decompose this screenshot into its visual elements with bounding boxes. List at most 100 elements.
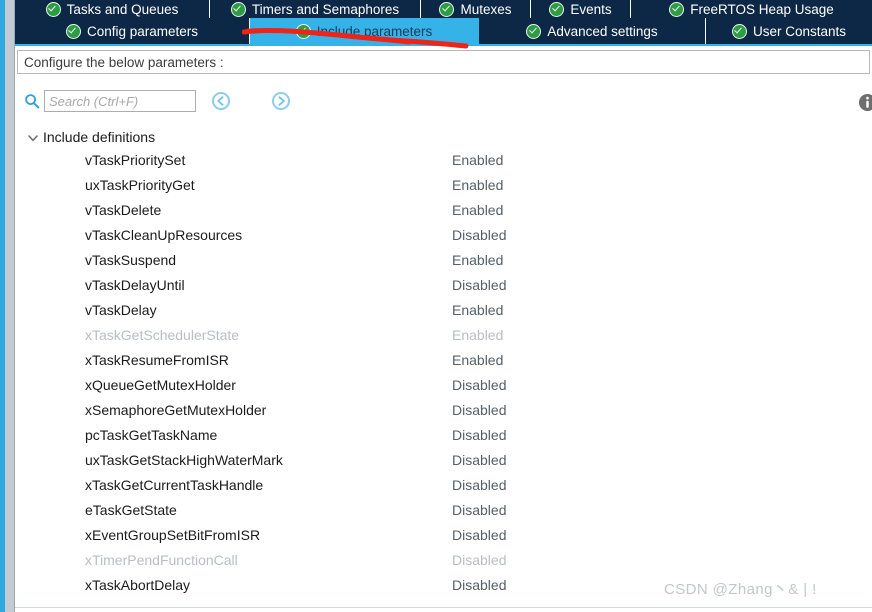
parameter-value[interactable]: Disabled [452, 377, 506, 393]
parameter-name: vTaskSuspend [85, 252, 177, 268]
parameter-name: xSemaphoreGetMutexHolder [85, 402, 267, 418]
green-check-icon [549, 1, 565, 17]
parameter-value[interactable]: Disabled [452, 227, 506, 243]
tab-events[interactable]: Events [531, 0, 631, 18]
parameter-name: uxTaskGetStackHighWaterMark [85, 452, 283, 468]
parameter-row[interactable]: uxTaskPriorityGet Enabled [17, 174, 870, 199]
parameter-rows-container: vTaskPrioritySet Enabled uxTaskPriorityGet… [17, 149, 870, 599]
parameter-row[interactable]: pcTaskGetTaskName Disabled [17, 424, 870, 449]
parameter-row[interactable]: xTaskResumeFromISR Enabled [17, 349, 870, 374]
left-gutter [5, 0, 14, 612]
parameter-row[interactable]: xTaskGetCurrentTaskHandle Disabled [17, 474, 870, 499]
parameter-name: xTaskGetSchedulerState [85, 327, 240, 343]
tab-label: Tasks and Queues [66, 1, 179, 17]
tree-root-label: Include definitions [43, 128, 156, 145]
parameter-row[interactable]: xQueueGetMutexHolder Disabled [17, 374, 870, 399]
tab-label: Events [570, 1, 612, 17]
tab-label: User Constants [752, 23, 847, 39]
watermark: CSDN @Zhang丶& | ! [664, 581, 817, 598]
parameter-value[interactable]: Disabled [452, 277, 506, 293]
parameter-value[interactable]: Disabled [452, 527, 506, 543]
parameter-name: vTaskPrioritySet [85, 152, 186, 168]
tree-root-include-definitions[interactable]: Include definitions [17, 124, 870, 149]
green-check-icon [295, 23, 311, 39]
parameter-name: vTaskDelayUntil [85, 277, 185, 293]
parameter-value[interactable]: Enabled [452, 202, 503, 218]
parameter-name: eTaskGetState [85, 502, 177, 518]
configure-header: Configure the below parameters : [17, 50, 870, 74]
parameter-value[interactable]: Disabled [452, 452, 506, 468]
tab-label: FreeRTOS Heap Usage [690, 1, 834, 17]
tab-include-parameters[interactable]: Include parameters [250, 18, 479, 44]
tab-label: Advanced settings [547, 23, 658, 39]
parameter-value[interactable]: Disabled [452, 577, 506, 593]
parameter-value[interactable]: Enabled [452, 302, 503, 318]
parameter-name: uxTaskPriorityGet [85, 177, 195, 193]
parameter-name: xTaskGetCurrentTaskHandle [85, 477, 264, 493]
parameter-value[interactable]: Disabled [452, 402, 506, 418]
tab-freertos-heap-usage[interactable]: FreeRTOS Heap Usage [631, 0, 872, 18]
parameter-value[interactable]: Enabled [452, 177, 503, 193]
tab-timers-and-semaphores[interactable]: Timers and Semaphores [210, 0, 421, 18]
info-icon[interactable] [858, 93, 872, 112]
parameter-name: xTaskResumeFromISR [85, 352, 229, 368]
parameter-row[interactable]: xTaskGetSchedulerState Enabled [17, 324, 870, 349]
parameter-name: vTaskCleanUpResources [85, 227, 243, 243]
tab-label: Timers and Semaphores [251, 1, 400, 17]
search-icon [25, 94, 40, 109]
chevron-down-icon[interactable] [25, 130, 41, 146]
parameter-tree: Include definitions vTaskPrioritySet Enab… [17, 124, 870, 602]
tab-user-constants[interactable]: User Constants [706, 18, 872, 44]
green-check-icon [439, 1, 455, 17]
search-input[interactable] [44, 90, 196, 112]
tabstrip-underline [15, 44, 872, 48]
tabstrip-bottom: Config parameters Include parameters Advan… [15, 18, 872, 44]
parameter-row[interactable]: vTaskPrioritySet Enabled [17, 149, 870, 174]
tab-label: Config parameters [86, 23, 199, 39]
parameter-name: xEventGroupSetBitFromISR [85, 527, 261, 543]
green-check-icon [45, 1, 61, 17]
parameter-row[interactable]: uxTaskGetStackHighWaterMark Disabled [17, 449, 870, 474]
tab-tasks-and-queues[interactable]: Tasks and Queues [15, 0, 210, 18]
parameter-row[interactable]: xSemaphoreGetMutexHolder Disabled [17, 399, 870, 424]
parameter-row[interactable]: xTimerPendFunctionCall Disabled [17, 549, 870, 574]
parameter-value[interactable]: Disabled [452, 477, 506, 493]
parameter-value[interactable]: Enabled [452, 327, 503, 343]
parameter-value[interactable]: Disabled [452, 502, 506, 518]
parameter-name: xQueueGetMutexHolder [85, 377, 236, 393]
tabstrip-top: Tasks and Queues Timers and Semaphores Mut… [15, 0, 872, 18]
bottom-edge [15, 607, 872, 608]
parameter-row[interactable]: eTaskGetState Disabled [17, 499, 870, 524]
parameter-row[interactable]: vTaskDelete Enabled [17, 199, 870, 224]
parameter-name: vTaskDelete [85, 202, 162, 218]
tab-config-parameters[interactable]: Config parameters [15, 18, 250, 44]
parameter-row[interactable]: vTaskSuspend Enabled [17, 249, 870, 274]
parameter-value[interactable]: Enabled [452, 352, 503, 368]
parameter-value[interactable]: Enabled [452, 252, 503, 268]
parameter-value[interactable]: Disabled [452, 427, 506, 443]
parameter-row[interactable]: vTaskDelayUntil Disabled [17, 274, 870, 299]
next-match-button[interactable] [271, 91, 291, 111]
previous-match-button[interactable] [211, 91, 231, 111]
green-check-icon [230, 1, 246, 17]
search-toolbar [17, 86, 872, 120]
tab-mutexes[interactable]: Mutexes [421, 0, 531, 18]
configure-header-label: Configure the below parameters : [24, 54, 224, 70]
green-check-icon [65, 23, 81, 39]
parameter-row[interactable]: xEventGroupSetBitFromISR Disabled [17, 524, 870, 549]
parameter-row[interactable]: vTaskDelay Enabled [17, 299, 870, 324]
green-check-icon [526, 23, 542, 39]
parameter-value[interactable]: Enabled [452, 152, 503, 168]
parameter-row[interactable]: vTaskCleanUpResources Disabled [17, 224, 870, 249]
parameter-value[interactable]: Disabled [452, 552, 506, 568]
parameter-name: xTimerPendFunctionCall [85, 552, 238, 568]
parameter-name: pcTaskGetTaskName [85, 427, 218, 443]
left-gutter-edge [14, 0, 15, 612]
green-check-icon [731, 23, 747, 39]
tab-label: Mutexes [460, 1, 512, 17]
parameter-name: vTaskDelay [85, 302, 157, 318]
tab-advanced-settings[interactable]: Advanced settings [479, 18, 706, 44]
green-check-icon [669, 1, 685, 17]
parameter-name: xTaskAbortDelay [85, 577, 191, 593]
tab-label: Include parameters [316, 23, 433, 39]
